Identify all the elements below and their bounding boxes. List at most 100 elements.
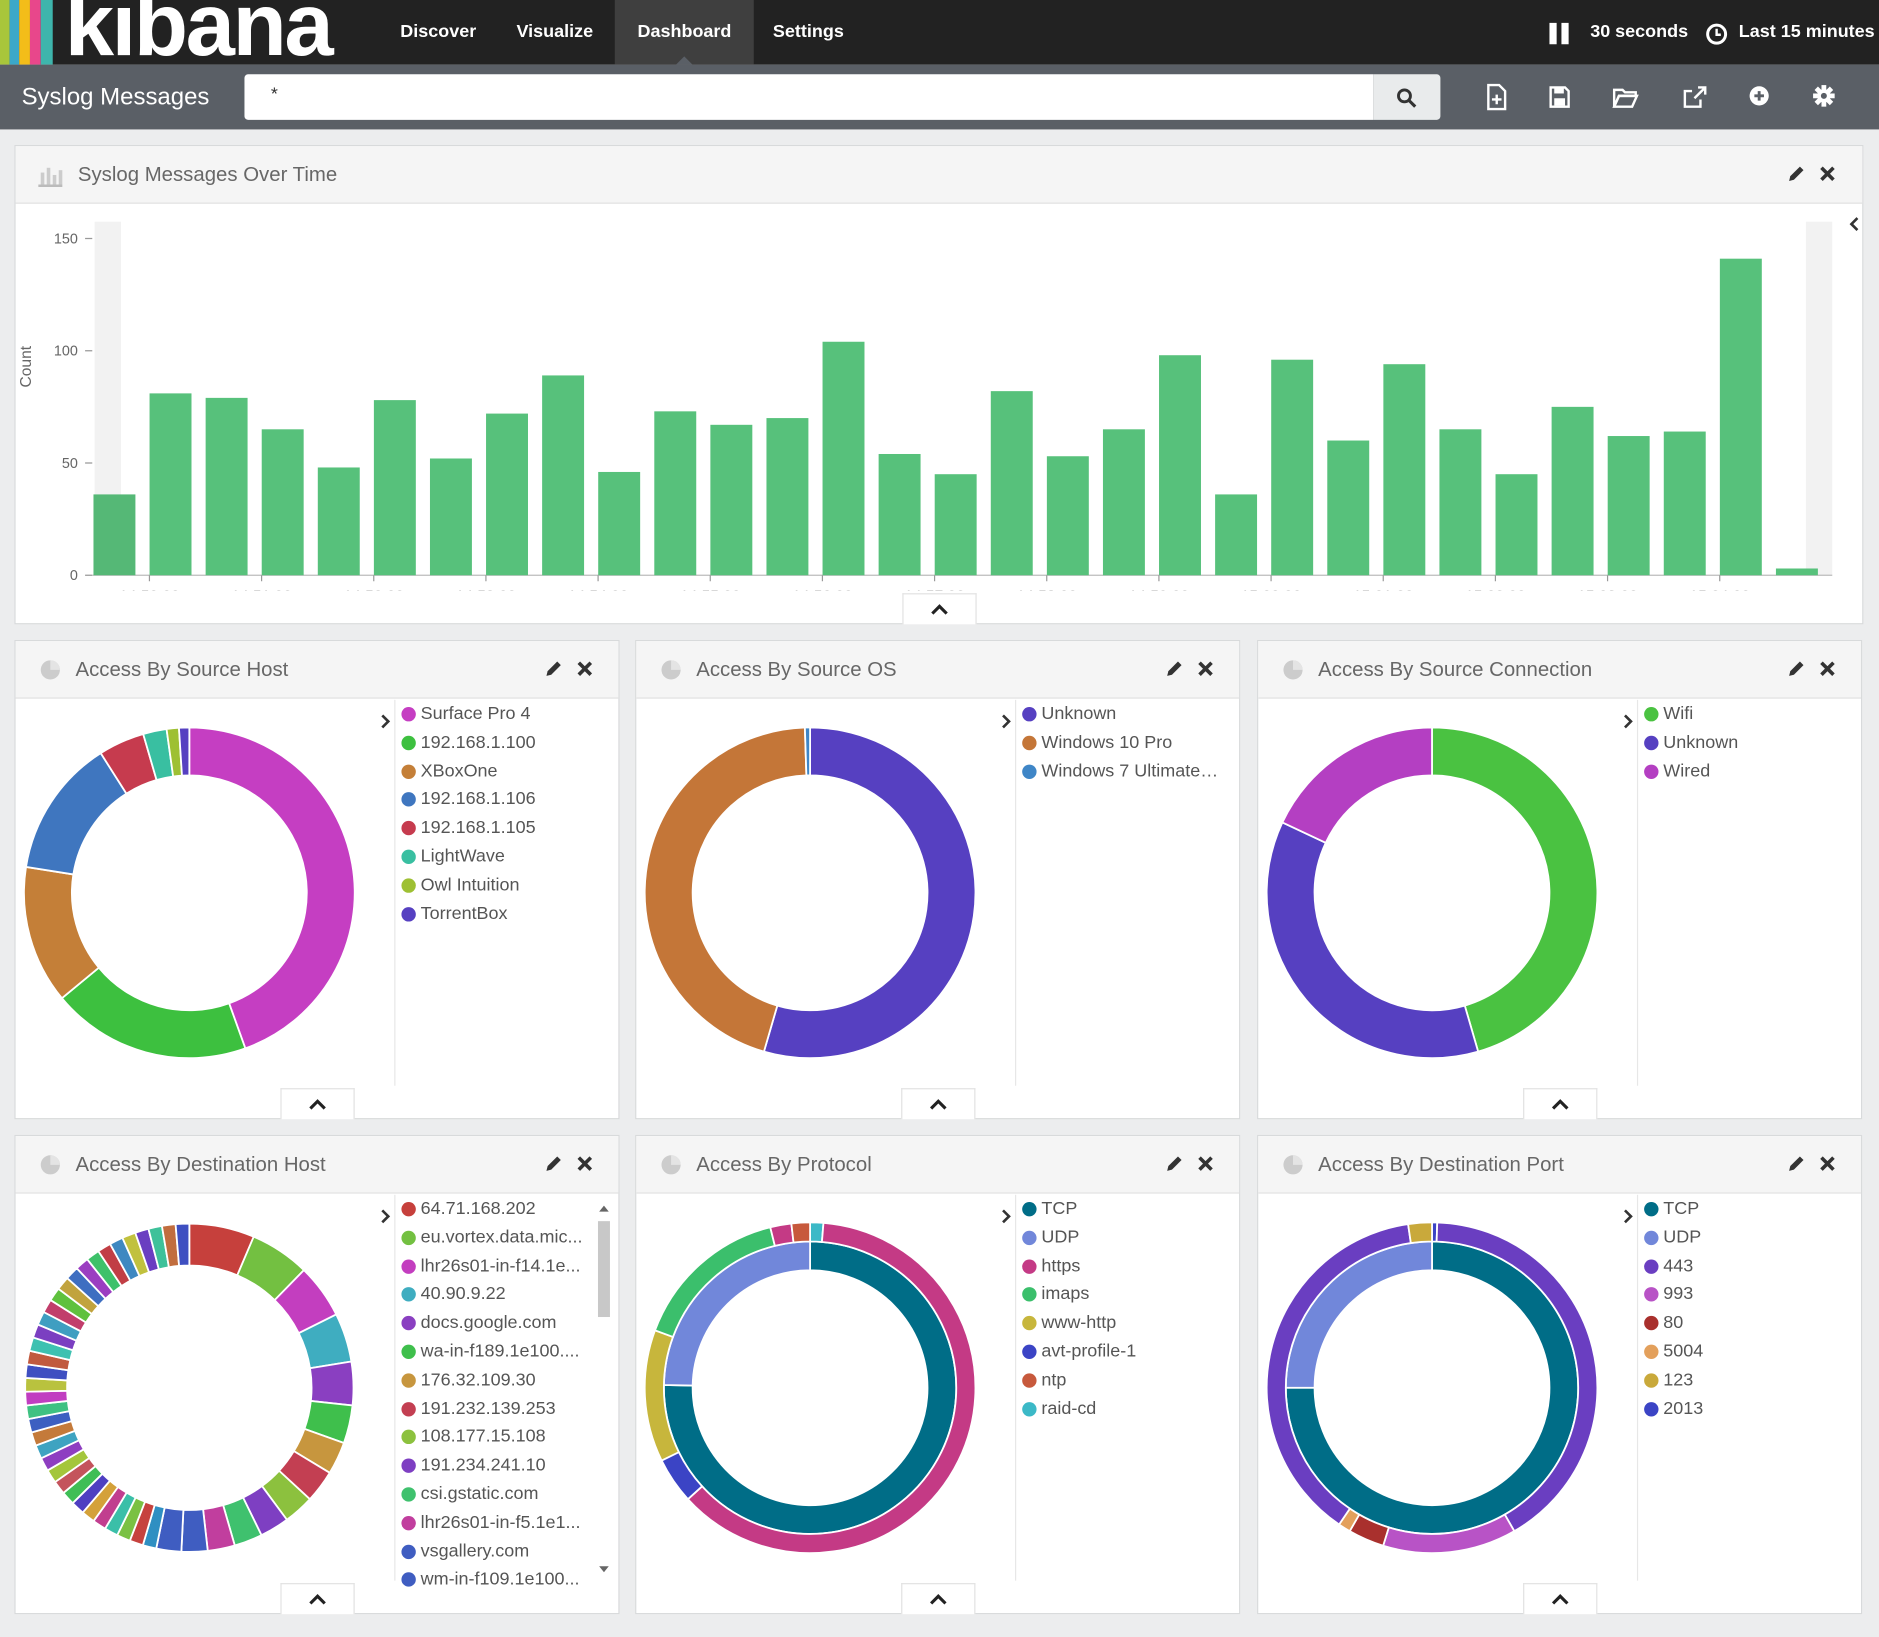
legend-item[interactable]: 64.71.168.202 [397, 1195, 598, 1224]
clock-icon[interactable] [1705, 23, 1728, 46]
legend-item[interactable]: 191.232.139.253 [397, 1394, 598, 1423]
bar-14:56:30[interactable] [878, 453, 921, 576]
legend-item[interactable]: 191.234.241.10 [397, 1451, 598, 1480]
close-icon[interactable] [1817, 163, 1839, 185]
legend-item[interactable]: www-http [1017, 1309, 1218, 1338]
bar-14:57:30[interactable] [990, 391, 1033, 576]
pie-slice-Wifi[interactable] [1431, 726, 1599, 1053]
bar-14:54:30[interactable] [654, 411, 697, 576]
legend-item[interactable]: TCP [1017, 1195, 1218, 1224]
pie-slice-Wired[interactable] [1281, 726, 1433, 844]
bar-14:53:00[interactable] [486, 413, 528, 576]
legend-item[interactable]: Wifi [1639, 700, 1840, 729]
legend-toggle-icon[interactable] [376, 711, 393, 733]
collapse-button[interactable] [902, 593, 977, 625]
bar-15:00:30[interactable] [1327, 440, 1370, 576]
legend-item[interactable]: Owl Intuition [397, 871, 598, 900]
edit-icon[interactable] [1786, 163, 1808, 185]
bar-15:03:00[interactable] [1607, 436, 1650, 576]
legend-item[interactable]: 2013 [1639, 1394, 1840, 1423]
bar-14:53:30[interactable] [542, 375, 585, 576]
pie-slice-ntp[interactable] [790, 1221, 811, 1244]
legend-item[interactable]: 40.90.9.22 [397, 1280, 598, 1309]
pie-slice-https[interactable] [769, 1222, 795, 1247]
collapse-button[interactable] [280, 1583, 355, 1615]
bar-14:55:00[interactable] [710, 424, 753, 576]
legend-item[interactable]: lhr26s01-in-f14.1e... [397, 1252, 598, 1281]
legend-item[interactable]: raid-cd [1017, 1394, 1218, 1423]
legend-item[interactable]: 80 [1639, 1309, 1840, 1338]
edit-icon[interactable] [543, 658, 565, 680]
bar-14:52:30[interactable] [429, 458, 472, 576]
bar-14:52:00[interactable] [373, 400, 416, 576]
legend-toggle-icon[interactable] [1619, 711, 1636, 733]
bar-14:58:00[interactable] [1046, 456, 1089, 576]
legend-toggle-icon[interactable] [376, 1206, 393, 1228]
collapse-button[interactable] [1523, 1583, 1598, 1615]
nav-visualize[interactable]: Visualize [494, 0, 616, 65]
legend-item[interactable]: Windows 10 Pro [1017, 728, 1218, 757]
pie-slice-vsgallery.com[interactable] [180, 1508, 209, 1553]
legend-item[interactable]: imaps [1017, 1280, 1218, 1309]
legend-item[interactable]: UDP [1639, 1223, 1840, 1252]
edit-icon[interactable] [543, 1153, 565, 1175]
legend-item[interactable]: Unknown [1639, 728, 1840, 757]
bar-14:51:30[interactable] [317, 467, 360, 576]
nav-settings[interactable]: Settings [750, 0, 866, 65]
legend-item[interactable]: Surface Pro 4 [397, 700, 598, 729]
bar-14:59:00[interactable] [1159, 355, 1201, 576]
legend-toggle-icon[interactable] [1619, 1206, 1636, 1228]
legend-item[interactable]: csi.gstatic.com [397, 1480, 598, 1509]
nav-dashboard[interactable]: Dashboard [614, 0, 755, 65]
pie-slice-Windows 7 Ultimate (...[interactable] [803, 726, 811, 777]
legend-item[interactable]: 192.168.1.106 [397, 785, 598, 814]
bar-14:55:30[interactable] [766, 418, 809, 576]
bar-14:50:00[interactable] [149, 393, 192, 576]
pause-icon[interactable] [1548, 22, 1572, 45]
legend-item[interactable]: 443 [1639, 1252, 1840, 1281]
refresh-interval[interactable]: 30 seconds [1590, 0, 1688, 65]
share-icon[interactable] [1676, 80, 1710, 114]
legend-item[interactable]: 123 [1639, 1366, 1840, 1395]
close-icon[interactable] [574, 1153, 596, 1175]
new-dashboard-icon[interactable] [1479, 80, 1513, 114]
legend-item[interactable]: vsgallery.com [397, 1537, 598, 1566]
bar-15:01:00[interactable] [1383, 364, 1426, 576]
legend-item[interactable]: 108.177.15.108 [397, 1423, 598, 1452]
legend-item[interactable]: 192.168.1.105 [397, 814, 598, 843]
edit-icon[interactable] [1164, 658, 1186, 680]
legend-toggle-icon[interactable] [1847, 213, 1864, 235]
legend-item[interactable]: eu.vortex.data.mic... [397, 1223, 598, 1252]
legend-item[interactable]: UDP [1017, 1223, 1218, 1252]
legend-item[interactable]: TCP [1639, 1195, 1840, 1224]
bar-14:49:30[interactable] [93, 494, 136, 576]
bar-15:04:00[interactable] [1719, 258, 1762, 576]
pie-slice-UDP[interactable] [1284, 1240, 1433, 1389]
legend-item[interactable]: lhr26s01-in-f5.1e1... [397, 1508, 598, 1537]
bar-15:02:30[interactable] [1551, 406, 1594, 576]
legend-item[interactable]: ntp [1017, 1366, 1218, 1395]
legend-item[interactable]: 192.168.1.100 [397, 728, 598, 757]
legend-toggle-icon[interactable] [997, 1206, 1014, 1228]
bar-14:58:30[interactable] [1102, 429, 1145, 576]
settings-icon[interactable] [1807, 80, 1841, 114]
legend-scrollbar[interactable] [596, 1200, 613, 1579]
time-range[interactable]: Last 15 minutes [1739, 0, 1875, 65]
pie-slice-192.168.1.100[interactable] [60, 966, 247, 1060]
pie-slice-UDP[interactable] [662, 1240, 811, 1387]
legend-item[interactable]: Wired [1639, 757, 1840, 786]
bar-14:51:00[interactable] [261, 429, 304, 576]
legend-item[interactable]: https [1017, 1252, 1218, 1281]
bar-14:59:30[interactable] [1215, 494, 1258, 576]
bar-14:50:30[interactable] [205, 397, 248, 576]
bar-15:04:30[interactable] [1775, 568, 1818, 576]
legend-item[interactable]: TorrentBox [397, 899, 598, 928]
legend-toggle-icon[interactable] [997, 711, 1014, 733]
legend-item[interactable]: wa-in-f189.1e100.... [397, 1337, 598, 1366]
legend-item[interactable]: avt-profile-1 [1017, 1337, 1218, 1366]
bar-15:03:30[interactable] [1663, 431, 1706, 576]
bar-14:56:00[interactable] [822, 341, 865, 576]
bar-14:54:00[interactable] [598, 471, 641, 576]
bar-15:02:00[interactable] [1495, 474, 1538, 576]
pie-slice-Surface Pro 4[interactable] [188, 726, 356, 1050]
